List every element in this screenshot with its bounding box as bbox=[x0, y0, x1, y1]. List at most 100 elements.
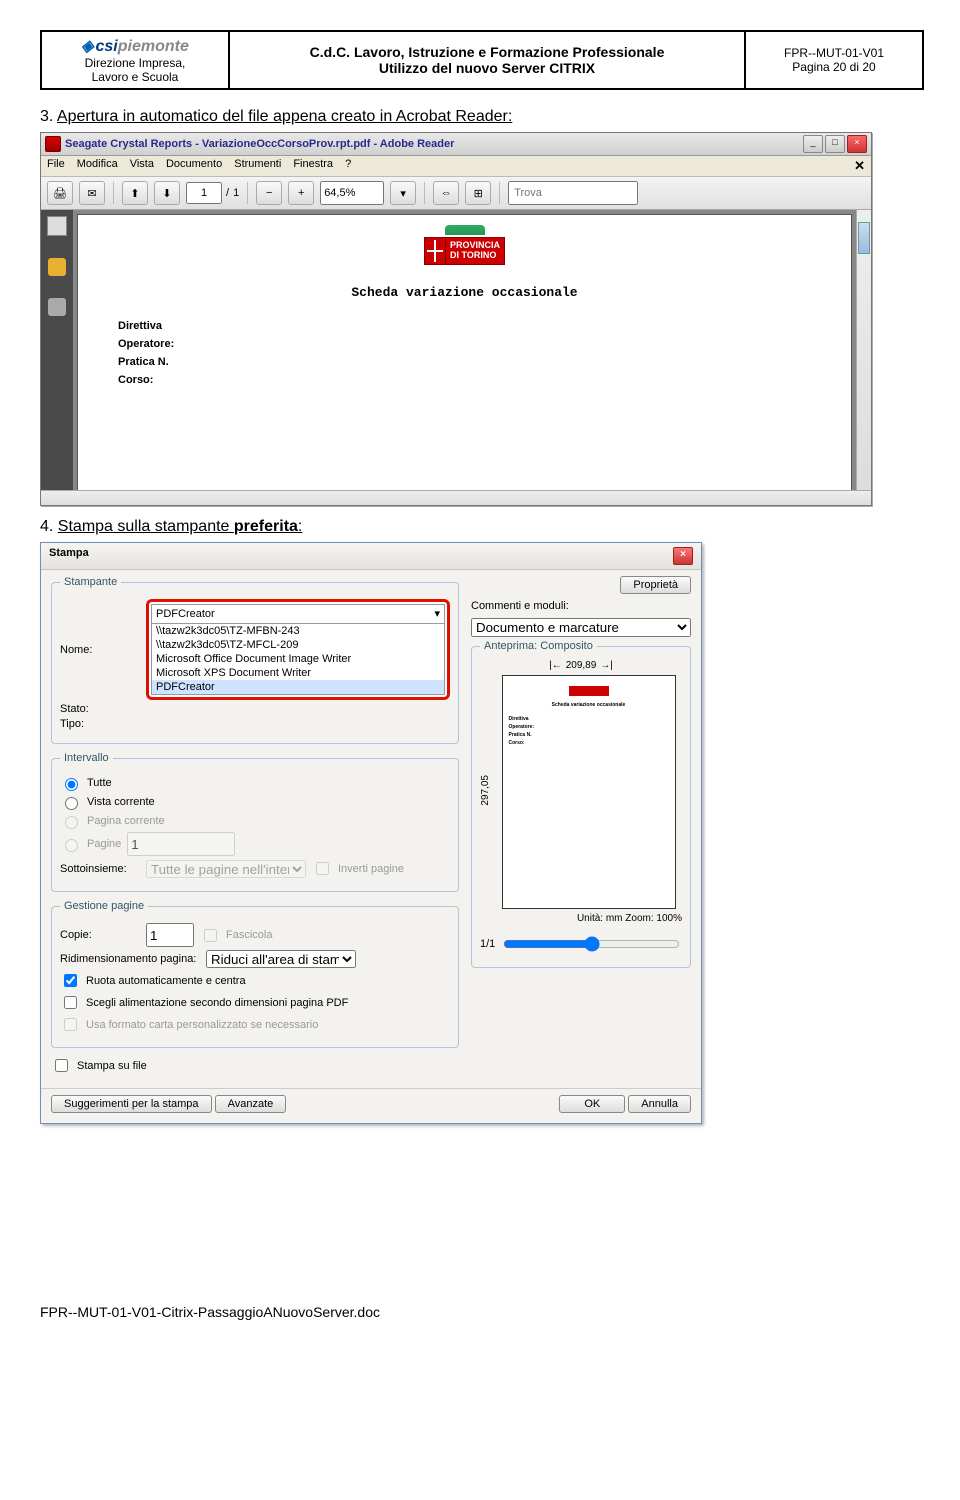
menu-modifica[interactable]: Modifica bbox=[77, 158, 118, 174]
printer-option-0[interactable]: \\tazw2k3dc05\TZ-MFBN-243 bbox=[152, 624, 444, 638]
menu-vista[interactable]: Vista bbox=[130, 158, 154, 174]
fascicola-checkbox bbox=[204, 929, 217, 942]
page-separator: / bbox=[226, 187, 229, 199]
menu-help[interactable]: ? bbox=[345, 158, 351, 174]
print-titlebar: Stampa × bbox=[41, 543, 701, 570]
preview-page-slider[interactable] bbox=[503, 936, 680, 952]
mail-icon[interactable]: ✉ bbox=[79, 181, 105, 205]
preview-field-0: Direttiva bbox=[509, 716, 669, 722]
document-title: Scheda variazione occasionale bbox=[118, 285, 811, 300]
printer-combo-highlighted: PDFCreator ▾ \\tazw2k3dc05\TZ-MFBN-243 \… bbox=[146, 599, 450, 700]
preview-group: Anteprima: Composito |← 209,89 →| 297,05… bbox=[471, 640, 691, 968]
ok-button[interactable]: OK bbox=[559, 1095, 625, 1113]
window-buttons: _ □ × bbox=[803, 135, 867, 153]
comments-panel-icon[interactable] bbox=[48, 258, 66, 276]
printer-selected-value: PDFCreator bbox=[156, 605, 215, 623]
find-input[interactable] bbox=[508, 181, 638, 205]
print-bottom-row: Suggerimenti per la stampa Avanzate OK A… bbox=[41, 1088, 701, 1123]
ridim-label: Ridimensionamento pagina: bbox=[60, 953, 200, 965]
ridim-select[interactable]: Riduci all'area di stampa bbox=[206, 950, 356, 968]
printer-option-2[interactable]: Microsoft Office Document Image Writer bbox=[152, 652, 444, 666]
page-down-icon[interactable]: ⬇ bbox=[154, 181, 180, 205]
radio-vista[interactable] bbox=[65, 797, 78, 810]
adobe-toolbar: 🖨 ✉ ⬆ ⬇ / 1 − + ▾ ⇔ ⊞ bbox=[41, 177, 871, 210]
print-icon[interactable]: 🖨 bbox=[47, 181, 73, 205]
page-handling-group: Gestione pagine Copie: Fascicola Ridimen… bbox=[51, 900, 459, 1048]
header-docid: FPR--MUT-01-V01 bbox=[784, 46, 884, 60]
page-total: 1 bbox=[233, 187, 239, 199]
radio-pagcorr-label: Pagina corrente bbox=[87, 815, 165, 827]
radio-pagine-label: Pagine bbox=[87, 838, 121, 850]
scroll-thumb[interactable] bbox=[858, 222, 870, 254]
doc-close-icon[interactable]: ✕ bbox=[854, 158, 865, 174]
menu-documento[interactable]: Documento bbox=[166, 158, 222, 174]
stampa-file-checkbox[interactable] bbox=[55, 1059, 68, 1072]
step4-text: 4. Stampa sulla stampante preferita: bbox=[40, 518, 920, 536]
proprieta-button[interactable]: Proprietà bbox=[620, 576, 691, 594]
suggerimenti-button[interactable]: Suggerimenti per la stampa bbox=[51, 1095, 212, 1113]
menu-finestra[interactable]: Finestra bbox=[293, 158, 333, 174]
preview-field-1: Operatore: bbox=[509, 724, 669, 730]
fit-page-icon[interactable]: ⊞ bbox=[465, 181, 491, 205]
provincia-logo: PROVINCIA DI TORINO bbox=[410, 225, 520, 265]
header-subline2: Lavoro e Scuola bbox=[92, 70, 179, 84]
horizontal-scrollbar[interactable] bbox=[41, 490, 871, 505]
print-right-column: Proprietà Commenti e moduli: Documento e… bbox=[471, 576, 691, 1078]
preview-height-value: 297,05 bbox=[480, 775, 491, 806]
menu-strumenti[interactable]: Strumenti bbox=[234, 158, 281, 174]
commenti-select[interactable]: Documento e marcature bbox=[471, 618, 691, 637]
menu-file[interactable]: File bbox=[47, 158, 65, 174]
printer-option-4[interactable]: PDFCreator bbox=[152, 680, 444, 694]
page-up-icon[interactable]: ⬆ bbox=[122, 181, 148, 205]
preview-height-col: 297,05 bbox=[480, 775, 491, 806]
preview-pagenum: 1/1 bbox=[480, 938, 495, 950]
csi-logo: ◈csipiemonte bbox=[81, 36, 189, 56]
alim-checkbox[interactable] bbox=[64, 996, 77, 1009]
header-title-line1: C.d.C. Lavoro, Istruzione e Formazione P… bbox=[310, 44, 665, 60]
printer-option-3[interactable]: Microsoft XPS Document Writer bbox=[152, 666, 444, 680]
preview-width-value: 209,89 bbox=[566, 660, 597, 671]
alim-label: Scegli alimentazione secondo dimensioni … bbox=[86, 997, 348, 1009]
annulla-button[interactable]: Annulla bbox=[628, 1095, 691, 1113]
range-group: Intervallo Tutte Vista corrente Pagina c… bbox=[51, 752, 459, 892]
pdf-icon bbox=[45, 136, 61, 152]
step4-num: 4. bbox=[40, 518, 53, 535]
radio-pagina-corrente bbox=[65, 816, 78, 829]
fit-width-icon[interactable]: ⇔ bbox=[433, 181, 459, 205]
printer-name-label: Nome: bbox=[60, 644, 140, 656]
radio-tutte[interactable] bbox=[65, 778, 78, 791]
zoom-input[interactable] bbox=[320, 181, 384, 205]
copie-input[interactable] bbox=[146, 923, 194, 947]
document-header: ◈csipiemonte Direzione Impresa, Lavoro e… bbox=[40, 30, 924, 90]
zoom-dropdown-icon[interactable]: ▾ bbox=[390, 181, 416, 205]
vertical-scrollbar[interactable] bbox=[856, 210, 871, 490]
printer-select[interactable]: PDFCreator ▾ bbox=[151, 604, 445, 624]
attachments-panel-icon[interactable] bbox=[48, 298, 66, 316]
print-dialog: Stampa × Stampante Nome: PDFCreator ▾ \\… bbox=[40, 542, 702, 1124]
commenti-label: Commenti e moduli: bbox=[471, 600, 569, 612]
zoom-out-icon[interactable]: − bbox=[256, 181, 282, 205]
ruota-checkbox[interactable] bbox=[64, 974, 77, 987]
zoom-in-icon[interactable]: + bbox=[288, 181, 314, 205]
close-button[interactable]: × bbox=[847, 135, 867, 153]
printer-option-1[interactable]: \\tazw2k3dc05\TZ-MFCL-209 bbox=[152, 638, 444, 652]
header-pagenum: Pagina 20 di 20 bbox=[792, 60, 875, 74]
print-close-button[interactable]: × bbox=[673, 547, 693, 565]
adobe-reader-window: Seagate Crystal Reports - VariazioneOccC… bbox=[40, 132, 872, 506]
doc-viewport[interactable]: PROVINCIA DI TORINO Scheda variazione oc… bbox=[73, 210, 856, 490]
pages-panel-icon[interactable] bbox=[47, 216, 67, 236]
maximize-button[interactable]: □ bbox=[825, 135, 845, 153]
toolbar-sep4 bbox=[499, 182, 500, 204]
sottoinsieme-label: Sottoinsieme: bbox=[60, 863, 140, 875]
minimize-button[interactable]: _ bbox=[803, 135, 823, 153]
avanzate-button[interactable]: Avanzate bbox=[215, 1095, 287, 1113]
page-current-input[interactable] bbox=[186, 182, 222, 204]
inverti-checkbox bbox=[316, 862, 329, 875]
prov-line1: PROVINCIA bbox=[450, 240, 500, 250]
adobe-sidebar bbox=[41, 210, 73, 490]
step3-text: 3. Apertura in automatico del file appen… bbox=[40, 108, 920, 126]
print-body: Stampante Nome: PDFCreator ▾ \\tazw2k3dc… bbox=[41, 570, 701, 1088]
printer-group-legend: Stampante bbox=[60, 576, 121, 588]
formato-checkbox bbox=[64, 1018, 77, 1031]
preview-doc-title: Scheda variazione occasionale bbox=[509, 702, 669, 708]
